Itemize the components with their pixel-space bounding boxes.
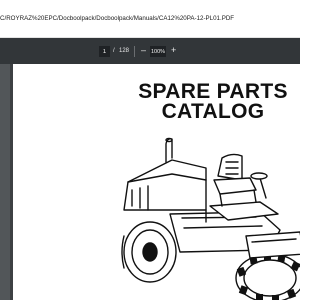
pdf-viewer-area[interactable]: SPARE PARTS CATALOG [0, 64, 300, 300]
zoom-level-input[interactable] [150, 46, 166, 57]
plus-icon: + [171, 45, 177, 55]
minus-icon: – [141, 45, 147, 55]
page-number-input[interactable] [99, 46, 110, 57]
pdf-viewer-toolbar: / 128 – + [0, 38, 300, 64]
page-separator: / [113, 48, 115, 54]
pdf-page: SPARE PARTS CATALOG [10, 64, 300, 300]
title-line-1: SPARE PARTS [138, 80, 288, 103]
zoom-in-button[interactable]: + [171, 44, 176, 56]
document-title: SPARE PARTS CATALOG [128, 80, 298, 122]
address-url[interactable]: C/ROYRAZ%20EPC/Docboolpack/Docboolpack/M… [0, 15, 300, 22]
toolbar-divider [134, 46, 135, 57]
browser-address-bar[interactable]: C/ROYRAZ%20EPC/Docboolpack/Docboolpack/M… [0, 0, 300, 38]
page-edge-strip [10, 64, 13, 300]
zoom-out-button[interactable]: – [141, 45, 146, 56]
page-total: 128 [119, 48, 130, 54]
compactor-illustration [121, 137, 300, 300]
